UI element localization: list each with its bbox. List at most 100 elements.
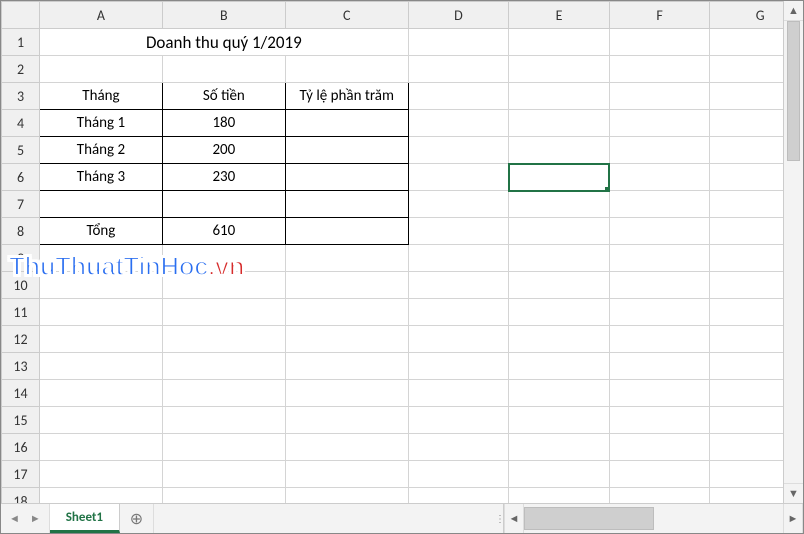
cell-A2[interactable]	[39, 56, 162, 83]
cell-F18[interactable]	[609, 488, 710, 504]
row-header-8[interactable]: 8	[2, 218, 40, 245]
cell-D16[interactable]	[408, 434, 509, 461]
cell-C17[interactable]	[285, 461, 408, 488]
col-header-D[interactable]: D	[408, 2, 509, 29]
cell-D10[interactable]	[408, 272, 509, 299]
cell-E5[interactable]	[509, 137, 610, 164]
cell-B11[interactable]	[162, 299, 285, 326]
cell-E18[interactable]	[509, 488, 610, 504]
cell-A16[interactable]	[39, 434, 162, 461]
cell-F17[interactable]	[609, 461, 710, 488]
cell-A3[interactable]: Tháng	[39, 83, 162, 110]
cell-F1[interactable]	[609, 29, 710, 56]
cell-E1[interactable]	[509, 29, 610, 56]
cell-C5[interactable]	[285, 137, 408, 164]
cell-D15[interactable]	[408, 407, 509, 434]
cell-C16[interactable]	[285, 434, 408, 461]
cell-A10[interactable]	[39, 272, 162, 299]
cell-B4[interactable]: 180	[162, 110, 285, 137]
cell-C2[interactable]	[285, 56, 408, 83]
row-header-2[interactable]: 2	[2, 56, 40, 83]
cell-F10[interactable]	[609, 272, 710, 299]
cell-B2[interactable]	[162, 56, 285, 83]
cell-B3[interactable]: Số tiền	[162, 83, 285, 110]
cell-E16[interactable]	[509, 434, 610, 461]
col-header-B[interactable]: B	[162, 2, 285, 29]
row-header-5[interactable]: 5	[2, 137, 40, 164]
cell-F7[interactable]	[609, 191, 710, 218]
cell-D8[interactable]	[408, 218, 509, 245]
row-header-15[interactable]: 15	[2, 407, 40, 434]
cell-D13[interactable]	[408, 353, 509, 380]
title-cell[interactable]: Doanh thu quý 1/2019	[39, 29, 408, 56]
cell-B8[interactable]: 610	[162, 218, 285, 245]
cell-B7[interactable]	[162, 191, 285, 218]
cell-A11[interactable]	[39, 299, 162, 326]
vscroll-thumb[interactable]	[787, 21, 800, 161]
cell-D5[interactable]	[408, 137, 509, 164]
cell-D7[interactable]	[408, 191, 509, 218]
tab-nav-prev-icon[interactable]: ◄	[9, 512, 20, 525]
row-header-1[interactable]: 1	[2, 29, 40, 56]
cell-B6[interactable]: 230	[162, 164, 285, 191]
cell-A8[interactable]: Tổng	[39, 218, 162, 245]
cell-D2[interactable]	[408, 56, 509, 83]
spreadsheet-grid[interactable]: A B C D E F G 1 Doanh thu quý 1/2019 2 3…	[1, 1, 803, 503]
cell-F15[interactable]	[609, 407, 710, 434]
cell-B15[interactable]	[162, 407, 285, 434]
row-header-17[interactable]: 17	[2, 461, 40, 488]
cell-D4[interactable]	[408, 110, 509, 137]
cell-F4[interactable]	[609, 110, 710, 137]
cell-B16[interactable]	[162, 434, 285, 461]
cell-D11[interactable]	[408, 299, 509, 326]
cell-E10[interactable]	[509, 272, 610, 299]
cell-B14[interactable]	[162, 380, 285, 407]
cell-A6[interactable]: Tháng 3	[39, 164, 162, 191]
cell-F9[interactable]	[609, 245, 710, 272]
col-header-A[interactable]: A	[39, 2, 162, 29]
cell-A9[interactable]	[39, 245, 162, 272]
cell-E11[interactable]	[509, 299, 610, 326]
col-header-C[interactable]: C	[285, 2, 408, 29]
cell-E3[interactable]	[509, 83, 610, 110]
row-header-13[interactable]: 13	[2, 353, 40, 380]
hscroll-track[interactable]	[524, 504, 783, 533]
row-header-11[interactable]: 11	[2, 299, 40, 326]
cell-E8[interactable]	[509, 218, 610, 245]
cell-C10[interactable]	[285, 272, 408, 299]
cell-F16[interactable]	[609, 434, 710, 461]
cell-B18[interactable]	[162, 488, 285, 504]
cell-A15[interactable]	[39, 407, 162, 434]
row-header-18[interactable]: 18	[2, 488, 40, 504]
worksheet-area[interactable]: A B C D E F G 1 Doanh thu quý 1/2019 2 3…	[1, 1, 803, 503]
cell-C15[interactable]	[285, 407, 408, 434]
hscroll-thumb[interactable]	[524, 507, 654, 530]
col-header-F[interactable]: F	[609, 2, 710, 29]
scroll-down-button[interactable]: ▼	[784, 483, 803, 503]
row-header-3[interactable]: 3	[2, 83, 40, 110]
cell-D14[interactable]	[408, 380, 509, 407]
cell-A18[interactable]	[39, 488, 162, 504]
cell-E13[interactable]	[509, 353, 610, 380]
cell-E4[interactable]	[509, 110, 610, 137]
cell-B17[interactable]	[162, 461, 285, 488]
cell-F11[interactable]	[609, 299, 710, 326]
cell-B10[interactable]	[162, 272, 285, 299]
cell-A17[interactable]	[39, 461, 162, 488]
cell-F12[interactable]	[609, 326, 710, 353]
cell-B5[interactable]: 200	[162, 137, 285, 164]
cell-C12[interactable]	[285, 326, 408, 353]
sheet-tab-active[interactable]: Sheet1	[50, 504, 120, 533]
new-sheet-button[interactable]: ⊕	[120, 504, 154, 533]
scroll-up-button[interactable]: ▲	[784, 1, 803, 21]
row-header-16[interactable]: 16	[2, 434, 40, 461]
cell-E9[interactable]	[509, 245, 610, 272]
row-header-14[interactable]: 14	[2, 380, 40, 407]
cell-C6[interactable]	[285, 164, 408, 191]
cell-C9[interactable]	[285, 245, 408, 272]
cell-C14[interactable]	[285, 380, 408, 407]
cell-D1[interactable]	[408, 29, 509, 56]
cell-F8[interactable]	[609, 218, 710, 245]
row-header-4[interactable]: 4	[2, 110, 40, 137]
cell-B9[interactable]	[162, 245, 285, 272]
